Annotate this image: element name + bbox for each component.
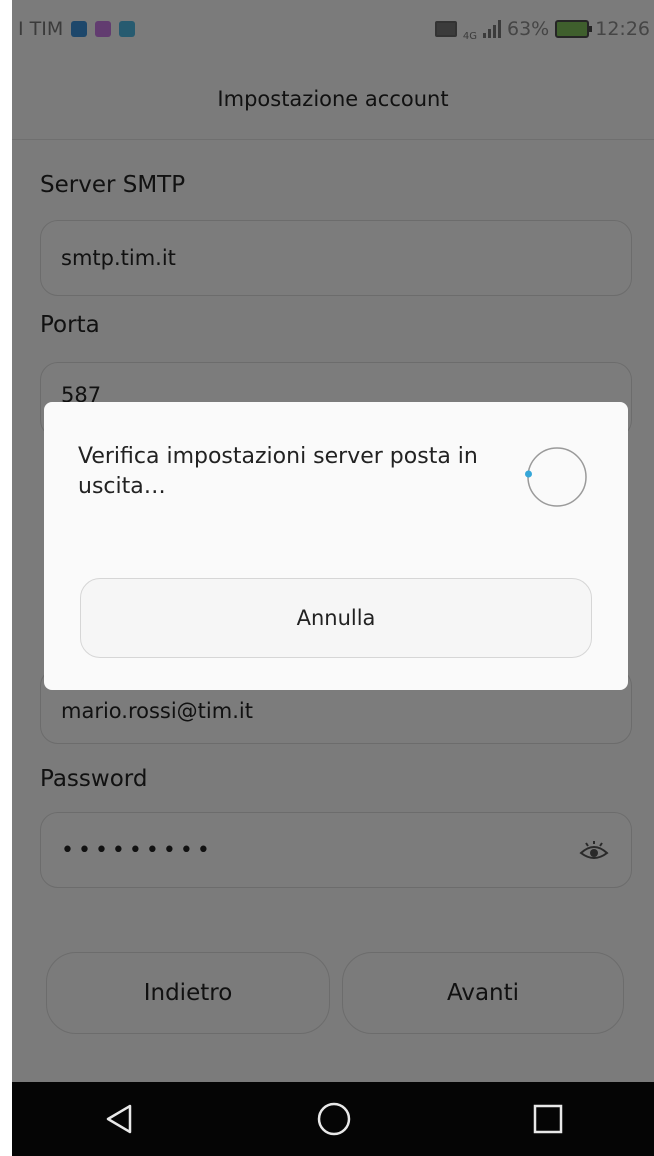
cancel-button[interactable]: Annulla bbox=[80, 578, 592, 658]
navigation-bar bbox=[12, 1082, 654, 1156]
loading-spinner-icon bbox=[525, 447, 587, 507]
progress-dialog: Verifica impostazioni server posta in us… bbox=[44, 402, 628, 690]
dialog-message: Verifica impostazioni server posta in us… bbox=[78, 444, 478, 499]
nav-back-icon[interactable] bbox=[102, 1102, 136, 1136]
phone-screen: I TIM 4G 63% 12:26 Impostazione account … bbox=[12, 0, 654, 1156]
nav-home-icon[interactable] bbox=[316, 1101, 352, 1137]
cancel-button-label: Annulla bbox=[296, 606, 376, 630]
nav-recents-icon[interactable] bbox=[532, 1103, 564, 1135]
